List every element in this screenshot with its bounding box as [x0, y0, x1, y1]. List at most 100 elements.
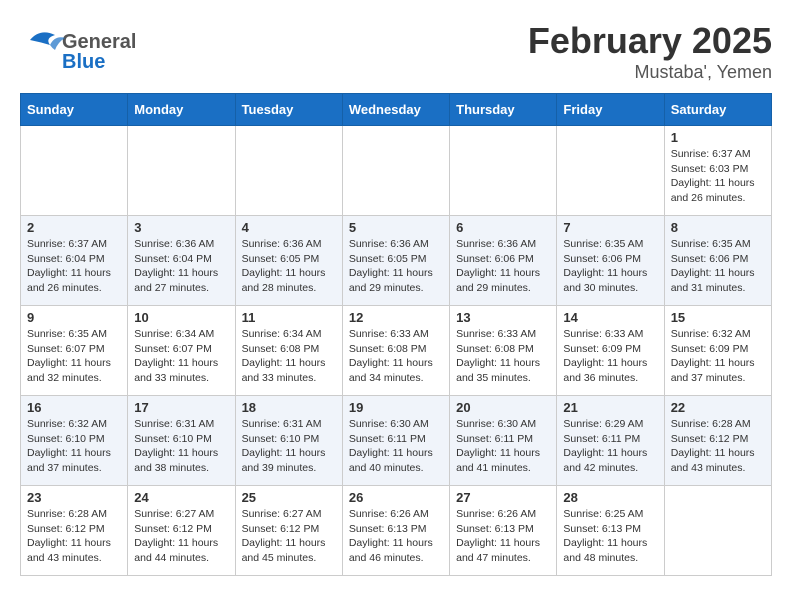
day-number: 21 [563, 400, 657, 415]
day-info: Sunrise: 6:37 AM Sunset: 6:04 PM Dayligh… [27, 237, 121, 296]
logo: General Blue [20, 20, 150, 75]
calendar-week-row: 9Sunrise: 6:35 AM Sunset: 6:07 PM Daylig… [21, 306, 772, 396]
svg-text:General: General [62, 31, 136, 53]
calendar-body: 1 Sunrise: 6:37 AM Sunset: 6:03 PM Daylig… [21, 126, 772, 576]
calendar-day-cell [342, 126, 449, 216]
calendar-day-cell: 7 Sunrise: 6:35 AM Sunset: 6:06 PM Daylig… [557, 216, 664, 306]
day-number: 16 [27, 400, 121, 415]
day-info: Sunrise: 6:28 AM Sunset: 6:12 PM Dayligh… [27, 507, 121, 566]
calendar-day-cell [128, 126, 235, 216]
col-wednesday: Wednesday [342, 94, 449, 126]
day-info: Sunrise: 6:32 AM Sunset: 6:09 PM Dayligh… [671, 327, 765, 386]
calendar-title-block: February 2025 Mustaba', Yemen [528, 20, 772, 83]
calendar-day-cell: 5 Sunrise: 6:36 AM Sunset: 6:05 PM Daylig… [342, 216, 449, 306]
day-info: Sunrise: 6:36 AM Sunset: 6:04 PM Dayligh… [134, 237, 228, 296]
calendar-day-cell: 27Sunrise: 6:26 AM Sunset: 6:13 PM Dayli… [450, 486, 557, 576]
day-number: 26 [349, 490, 443, 505]
calendar-day-cell: 26Sunrise: 6:26 AM Sunset: 6:13 PM Dayli… [342, 486, 449, 576]
col-monday: Monday [128, 94, 235, 126]
day-number: 28 [563, 490, 657, 505]
logo-svg: General Blue [20, 20, 150, 75]
day-number: 8 [671, 220, 765, 235]
calendar-day-cell: 17 Sunrise: 6:31 AM Sunset: 6:10 PM Dayli… [128, 396, 235, 486]
col-thursday: Thursday [450, 94, 557, 126]
day-number: 10 [134, 310, 228, 325]
day-info: Sunrise: 6:28 AM Sunset: 6:12 PM Dayligh… [671, 417, 765, 476]
calendar-week-row: 16 Sunrise: 6:32 AM Sunset: 6:10 PM Dayli… [21, 396, 772, 486]
calendar-week-row: 1 Sunrise: 6:37 AM Sunset: 6:03 PM Daylig… [21, 126, 772, 216]
calendar-day-cell: 4 Sunrise: 6:36 AM Sunset: 6:05 PM Daylig… [235, 216, 342, 306]
calendar-day-cell: 24Sunrise: 6:27 AM Sunset: 6:12 PM Dayli… [128, 486, 235, 576]
calendar-day-cell [21, 126, 128, 216]
day-info: Sunrise: 6:29 AM Sunset: 6:11 PM Dayligh… [563, 417, 657, 476]
day-info: Sunrise: 6:34 AM Sunset: 6:08 PM Dayligh… [242, 327, 336, 386]
calendar-day-cell: 18 Sunrise: 6:31 AM Sunset: 6:10 PM Dayli… [235, 396, 342, 486]
day-info: Sunrise: 6:32 AM Sunset: 6:10 PM Dayligh… [27, 417, 121, 476]
day-info: Sunrise: 6:37 AM Sunset: 6:03 PM Dayligh… [671, 147, 765, 206]
calendar-day-cell: 13Sunrise: 6:33 AM Sunset: 6:08 PM Dayli… [450, 306, 557, 396]
day-number: 6 [456, 220, 550, 235]
day-number: 20 [456, 400, 550, 415]
calendar-day-cell: 16 Sunrise: 6:32 AM Sunset: 6:10 PM Dayli… [21, 396, 128, 486]
day-number: 27 [456, 490, 550, 505]
calendar-day-cell [235, 126, 342, 216]
day-info: Sunrise: 6:36 AM Sunset: 6:05 PM Dayligh… [242, 237, 336, 296]
day-info: Sunrise: 6:36 AM Sunset: 6:05 PM Dayligh… [349, 237, 443, 296]
calendar-day-cell: 21 Sunrise: 6:29 AM Sunset: 6:11 PM Dayli… [557, 396, 664, 486]
page-header: General Blue February 2025 Mustaba', Yem… [20, 20, 772, 83]
calendar-day-cell: 8 Sunrise: 6:35 AM Sunset: 6:06 PM Daylig… [664, 216, 771, 306]
col-saturday: Saturday [664, 94, 771, 126]
day-number: 9 [27, 310, 121, 325]
calendar-week-row: 2 Sunrise: 6:37 AM Sunset: 6:04 PM Daylig… [21, 216, 772, 306]
svg-text:Blue: Blue [62, 51, 105, 73]
calendar-day-cell: 10 Sunrise: 6:34 AM Sunset: 6:07 PM Dayli… [128, 306, 235, 396]
day-info: Sunrise: 6:27 AM Sunset: 6:12 PM Dayligh… [242, 507, 336, 566]
day-info: Sunrise: 6:36 AM Sunset: 6:06 PM Dayligh… [456, 237, 550, 296]
calendar-day-cell: 14 Sunrise: 6:33 AM Sunset: 6:09 PM Dayli… [557, 306, 664, 396]
day-number: 22 [671, 400, 765, 415]
calendar-header: Sunday Monday Tuesday Wednesday Thursday… [21, 94, 772, 126]
day-number: 7 [563, 220, 657, 235]
day-number: 1 [671, 130, 765, 145]
calendar-day-cell: 28Sunrise: 6:25 AM Sunset: 6:13 PM Dayli… [557, 486, 664, 576]
day-info: Sunrise: 6:34 AM Sunset: 6:07 PM Dayligh… [134, 327, 228, 386]
calendar-day-cell: 22 Sunrise: 6:28 AM Sunset: 6:12 PM Dayli… [664, 396, 771, 486]
calendar-day-cell: 2 Sunrise: 6:37 AM Sunset: 6:04 PM Daylig… [21, 216, 128, 306]
calendar-day-cell: 15Sunrise: 6:32 AM Sunset: 6:09 PM Dayli… [664, 306, 771, 396]
day-number: 2 [27, 220, 121, 235]
calendar-day-cell: 20 Sunrise: 6:30 AM Sunset: 6:11 PM Dayli… [450, 396, 557, 486]
day-number: 23 [27, 490, 121, 505]
day-info: Sunrise: 6:33 AM Sunset: 6:08 PM Dayligh… [456, 327, 550, 386]
day-number: 12 [349, 310, 443, 325]
day-info: Sunrise: 6:33 AM Sunset: 6:09 PM Dayligh… [563, 327, 657, 386]
calendar-day-cell: 9Sunrise: 6:35 AM Sunset: 6:07 PM Daylig… [21, 306, 128, 396]
day-number: 5 [349, 220, 443, 235]
day-number: 24 [134, 490, 228, 505]
day-number: 17 [134, 400, 228, 415]
calendar-day-cell: 6 Sunrise: 6:36 AM Sunset: 6:06 PM Daylig… [450, 216, 557, 306]
day-number: 4 [242, 220, 336, 235]
day-number: 19 [349, 400, 443, 415]
day-info: Sunrise: 6:35 AM Sunset: 6:06 PM Dayligh… [563, 237, 657, 296]
day-info: Sunrise: 6:31 AM Sunset: 6:10 PM Dayligh… [134, 417, 228, 476]
day-info: Sunrise: 6:35 AM Sunset: 6:06 PM Dayligh… [671, 237, 765, 296]
calendar-day-cell [557, 126, 664, 216]
calendar-table: Sunday Monday Tuesday Wednesday Thursday… [20, 93, 772, 576]
calendar-day-cell: 1 Sunrise: 6:37 AM Sunset: 6:03 PM Daylig… [664, 126, 771, 216]
day-number: 18 [242, 400, 336, 415]
day-number: 3 [134, 220, 228, 235]
calendar-title: February 2025 [528, 20, 772, 62]
day-number: 11 [242, 310, 336, 325]
day-info: Sunrise: 6:30 AM Sunset: 6:11 PM Dayligh… [456, 417, 550, 476]
calendar-week-row: 23 Sunrise: 6:28 AM Sunset: 6:12 PM Dayli… [21, 486, 772, 576]
calendar-subtitle: Mustaba', Yemen [528, 62, 772, 83]
day-number: 14 [563, 310, 657, 325]
calendar-day-cell: 12 Sunrise: 6:33 AM Sunset: 6:08 PM Dayli… [342, 306, 449, 396]
calendar-day-cell [664, 486, 771, 576]
col-friday: Friday [557, 94, 664, 126]
day-info: Sunrise: 6:33 AM Sunset: 6:08 PM Dayligh… [349, 327, 443, 386]
calendar-day-cell: 11 Sunrise: 6:34 AM Sunset: 6:08 PM Dayli… [235, 306, 342, 396]
calendar-day-cell: 25Sunrise: 6:27 AM Sunset: 6:12 PM Dayli… [235, 486, 342, 576]
day-info: Sunrise: 6:31 AM Sunset: 6:10 PM Dayligh… [242, 417, 336, 476]
calendar-day-cell: 23 Sunrise: 6:28 AM Sunset: 6:12 PM Dayli… [21, 486, 128, 576]
